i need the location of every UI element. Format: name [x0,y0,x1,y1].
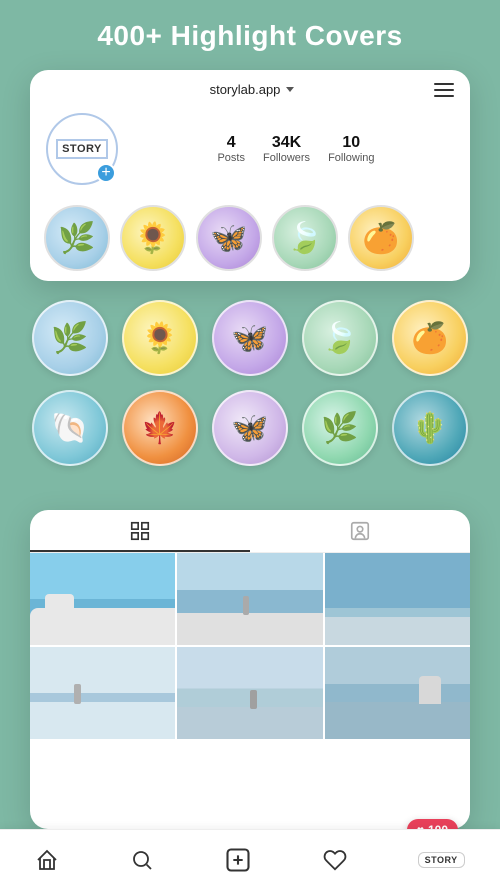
person-tag-icon [349,520,371,542]
story-box-label: STORY [56,139,108,159]
content-tab-bar [30,510,470,553]
photo-1-scene [30,553,175,645]
highlight-1-icon: 🌿 [58,221,95,256]
instagram-photo-grid [30,553,470,739]
hamburger-line-2 [434,89,454,91]
hamburger-line-1 [434,83,454,85]
posts-count: 4 [217,134,245,152]
highlights-ext-row2: 🐚 🍁 🦋 🌿 🌵 [0,390,500,466]
building-shape [45,594,74,645]
highlight-3[interactable]: 🦋 [196,205,262,271]
highlight-5[interactable]: 🍊 [348,205,414,271]
person-shape-3 [250,690,257,708]
photo-2-scene [177,553,322,645]
sea-shape [325,702,470,739]
ext-highlight-9-icon: 🌿 [321,411,358,446]
ext-highlight-2-icon: 🌻 [141,321,178,356]
nav-search[interactable] [122,844,162,876]
nav-heart[interactable] [315,844,355,876]
following-count: 10 [328,134,374,152]
avatar-text: STORY [56,139,108,159]
building-shape-2 [37,608,59,645]
highlight-5-icon: 🍊 [362,221,399,256]
profile-info: STORY + 4 Posts 34K Followers 10 Followi… [30,105,470,199]
photo-cell-3[interactable] [325,553,470,645]
ext-highlight-1-icon: 🌿 [51,321,88,356]
ext-highlight-3-icon: 🦋 [231,321,268,356]
hamburger-menu-button[interactable] [434,83,454,97]
bottom-nav: STORY [0,829,500,889]
ext-highlight-7[interactable]: 🍁 [122,390,198,466]
stat-following: 10 Following [328,134,374,164]
ground-shape-2 [177,707,322,739]
ext-highlight-10-icon: 🌵 [411,411,448,446]
building-3 [419,676,441,704]
followers-count: 34K [263,134,310,152]
add-story-button[interactable]: + [96,163,116,183]
water-shape [30,702,175,739]
nav-add[interactable] [216,842,260,878]
person-shape [243,596,249,614]
app-name-bar[interactable]: storylab.app [210,82,295,97]
photo-cell-2[interactable] [177,553,322,645]
profile-stats: 4 Posts 34K Followers 10 Following [138,134,454,164]
ext-highlight-6-icon: 🐚 [51,411,88,446]
photo-4-scene [30,647,175,739]
instagram-profile-card: storylab.app STORY + 4 Posts 34K [30,70,470,281]
highlights-ext-row1: 🌿 🌻 🦋 🍃 🍊 [0,300,500,376]
avatar-wrapper: STORY + [46,113,118,185]
followers-label: Followers [263,152,310,164]
app-name-label: storylab.app [210,82,281,97]
story-highlights-row: 🌿 🌻 🦋 🍃 🍊 [30,199,470,281]
nav-story[interactable]: STORY [410,848,473,872]
highlight-2[interactable]: 🌻 [120,205,186,271]
ext-highlight-8[interactable]: 🦋 [212,390,288,466]
photo-3-scene [325,553,470,645]
ext-highlight-5[interactable]: 🍊 [392,300,468,376]
photo-cell-4[interactable] [30,647,175,739]
stat-followers: 34K Followers [263,134,310,164]
tab-tagged[interactable] [250,520,470,552]
photo-grid-card [30,510,470,829]
highlight-3-icon: 🦋 [210,221,247,256]
photo-cell-1[interactable] [30,553,175,645]
photo-cell-6[interactable] [325,647,470,739]
chevron-down-icon [286,87,294,92]
add-icon [224,846,252,874]
ext-highlight-6[interactable]: 🐚 [32,390,108,466]
stat-posts: 4 Posts [217,134,245,164]
tab-grid[interactable] [30,520,250,552]
ext-highlight-8-icon: 🦋 [231,411,268,446]
story-nav-label: STORY [418,852,465,868]
highlight-2-icon: 🌻 [134,221,171,256]
posts-label: Posts [217,152,245,164]
ext-highlight-4-icon: 🍃 [321,321,358,356]
ext-highlight-7-icon: 🍁 [141,411,178,446]
ext-highlight-3[interactable]: 🦋 [212,300,288,376]
grid-icon [129,520,151,542]
ext-highlight-10[interactable]: 🌵 [392,390,468,466]
ext-highlight-9[interactable]: 🌿 [302,390,378,466]
ext-highlight-1[interactable]: 🌿 [32,300,108,376]
heart-nav-icon [323,848,347,872]
home-icon [35,848,59,872]
highlight-4[interactable]: 🍃 [272,205,338,271]
photo-cell-5[interactable] [177,647,322,739]
photo-5-scene [177,647,322,739]
nav-home[interactable] [27,844,67,876]
profile-top-bar: storylab.app [30,70,470,105]
ground-shape [177,613,322,645]
search-icon [130,848,154,872]
photo-6-scene [325,647,470,739]
highlight-4-icon: 🍃 [286,221,323,256]
highlight-1[interactable]: 🌿 [44,205,110,271]
hamburger-line-3 [434,95,454,97]
ext-highlight-2[interactable]: 🌻 [122,300,198,376]
person-shape-2 [74,684,81,704]
page-title: 400+ Highlight Covers [0,12,500,60]
following-label: Following [328,152,374,164]
ext-highlight-5-icon: 🍊 [411,321,448,356]
ext-highlight-4[interactable]: 🍃 [302,300,378,376]
dock-shape [325,617,470,645]
